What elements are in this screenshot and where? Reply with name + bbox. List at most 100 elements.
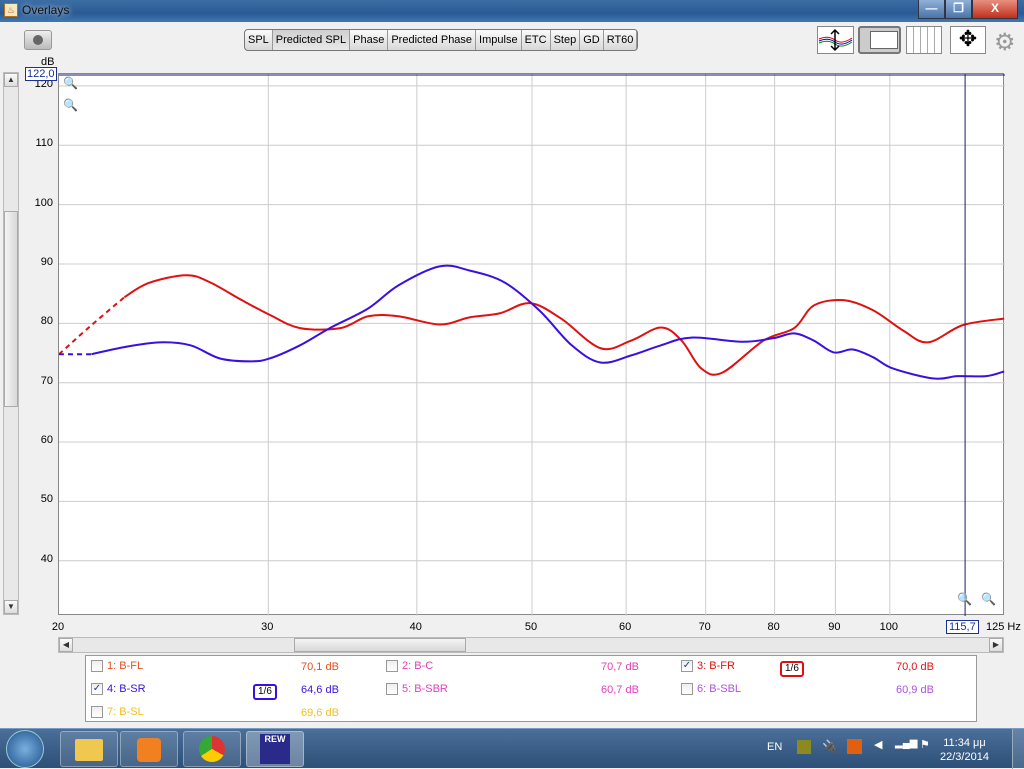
horizontal-scrollbar[interactable]: ◀ ▶ (58, 637, 1004, 653)
rew-taskbar-icon[interactable]: REW (246, 731, 304, 767)
volume-icon[interactable]: ◀ (874, 738, 882, 751)
close-button[interactable]: X (972, 0, 1018, 19)
y-tick-label: 50 (40, 493, 53, 506)
tab-step[interactable]: Step (551, 30, 581, 50)
series-line-b-sr (91, 264, 1005, 380)
legend-item[interactable]: 2: B-C (386, 660, 433, 672)
scroll-view-icon[interactable] (858, 26, 901, 54)
minimize-button[interactable]: — (918, 0, 945, 19)
explorer-taskbar-icon[interactable] (60, 731, 118, 767)
clock[interactable]: 11:34 μμ 22/3/2014 (940, 736, 989, 764)
spl-chart (58, 74, 1005, 616)
measurement-name: 3: B-FR (697, 660, 735, 672)
x-tick-label: 30 (261, 621, 274, 633)
measurement-name: 6: B-SBL (697, 683, 742, 695)
graph-tabs: SPL Predicted SPL Phase Predicted Phase Impu… (244, 29, 639, 51)
vertical-zoom-icon[interactable] (817, 26, 854, 54)
media-player-taskbar-icon[interactable] (120, 731, 178, 767)
maximize-button[interactable]: ❐ (945, 0, 972, 19)
tab-rt60[interactable]: RT60 (604, 30, 638, 50)
x-axis-end-label: 125 Hz (986, 621, 1021, 633)
legend-item[interactable]: ✓ 4: B-SR (91, 683, 146, 695)
measurement-name: 1: B-FL (107, 660, 144, 672)
measurement-checkbox[interactable] (91, 660, 103, 672)
plot-area[interactable]: 🔍 🔍 🔍 🔍 (58, 73, 1005, 616)
y-tick-label: 60 (40, 434, 53, 447)
measurement-name: 5: B-SBR (402, 683, 448, 695)
legend-item[interactable]: 7: B-SL (91, 706, 144, 718)
java-icon: ♨ (4, 3, 18, 17)
x-tick-label: 100 (879, 621, 898, 633)
window-title: Overlays (22, 3, 70, 17)
measurement-legend: 1: B-FL 70,1 dB 2: B-C 70,7 dB ✓ 3: B-FR 1/6 70… (85, 655, 977, 722)
measurement-checkbox[interactable] (681, 683, 693, 695)
x-tick-label: 50 (524, 621, 538, 633)
rew-logo: REW (260, 734, 290, 764)
zoom-in-icon[interactable]: 🔍 (63, 76, 78, 90)
measurement-level: 70,1 dB (301, 661, 339, 673)
tab-predicted-phase[interactable]: Predicted Phase (388, 30, 477, 50)
start-button[interactable] (6, 730, 44, 768)
java-tray-icon[interactable] (847, 739, 862, 754)
measurement-checkbox[interactable]: ✓ (91, 683, 103, 695)
tab-impulse[interactable]: Impulse (476, 30, 522, 50)
legend-item[interactable]: 1: B-FL (91, 660, 143, 672)
scroll-left-button[interactable]: ◀ (59, 638, 73, 652)
tab-phase[interactable]: Phase (350, 30, 389, 50)
y-tick-label: 90 (40, 255, 53, 268)
measurement-checkbox[interactable]: ✓ (681, 660, 693, 672)
x-tick-label: 70 (698, 621, 711, 633)
x-tick-label: 60 (618, 621, 632, 633)
x-cursor-readout: 115,7 (946, 620, 979, 634)
smoothing-badge[interactable]: 1/6 (780, 661, 804, 677)
measurement-checkbox[interactable] (386, 660, 398, 672)
clock-time: 11:34 μμ (943, 737, 986, 749)
legend-item[interactable]: ✓ 3: B-FR (681, 660, 735, 672)
scroll-right-button[interactable]: ▶ (989, 638, 1003, 652)
grid-lines-icon[interactable] (906, 26, 942, 54)
measurement-level: 70,7 dB (601, 661, 639, 673)
power-icon[interactable]: 🔌 (822, 739, 838, 755)
y-tick-label: 100 (34, 196, 53, 209)
y-tick-label: 70 (40, 374, 53, 387)
language-indicator[interactable]: EN (767, 741, 782, 753)
measurement-name: 7: B-SL (107, 706, 144, 718)
series-line-b-fr (123, 274, 1005, 376)
scroll-down-button[interactable]: ▼ (4, 600, 18, 614)
x-tick-label: 20 (51, 621, 65, 633)
y-tick-label: 40 (40, 552, 53, 565)
measurement-level: 64,6 dB (301, 684, 339, 696)
x-zoom-in-icon[interactable]: 🔍 (981, 592, 996, 606)
tab-predicted-spl[interactable]: Predicted SPL (272, 30, 351, 50)
measurement-checkbox[interactable] (91, 706, 103, 718)
horizontal-scroll-thumb[interactable] (294, 638, 466, 652)
measurement-level: 69,6 dB (301, 707, 339, 719)
measurement-level: 60,7 dB (601, 684, 639, 696)
measurement-name: 2: B-C (402, 660, 434, 672)
x-zoom-out-icon[interactable]: 🔍 (957, 592, 972, 606)
tab-spl[interactable]: SPL (245, 30, 273, 50)
vertical-scrollbar[interactable]: ▲ ▼ (3, 72, 19, 615)
camera-icon[interactable] (24, 30, 52, 50)
network-signal-icon[interactable]: ▂▄▆ (895, 738, 917, 749)
tray-app-icon[interactable] (797, 740, 811, 754)
pan-arrows-icon[interactable]: ✥ (950, 26, 986, 54)
action-center-flag-icon[interactable]: ⚑ (920, 738, 930, 751)
measurement-checkbox[interactable] (386, 683, 398, 695)
clock-date: 22/3/2014 (940, 751, 989, 763)
legend-item[interactable]: 6: B-SBL (681, 683, 741, 695)
x-tick-label: 40 (409, 621, 422, 633)
smoothing-badge[interactable]: 1/6 (253, 684, 277, 700)
settings-gear-icon[interactable]: ⚙ (994, 28, 1016, 57)
x-tick-label: 80 (767, 621, 780, 633)
tab-etc[interactable]: ETC (522, 30, 551, 50)
show-desktop-button[interactable] (1012, 729, 1024, 769)
y-cursor-readout: 122,0 (25, 67, 57, 81)
legend-item[interactable]: 5: B-SBR (386, 683, 448, 695)
measurement-name: 4: B-SR (107, 683, 146, 695)
y-tick-label: 80 (40, 315, 53, 328)
chrome-taskbar-icon[interactable] (183, 731, 241, 767)
y-tick-label: 110 (35, 137, 53, 150)
tab-gd[interactable]: GD (580, 30, 604, 50)
zoom-out-icon[interactable]: 🔍 (63, 98, 78, 112)
